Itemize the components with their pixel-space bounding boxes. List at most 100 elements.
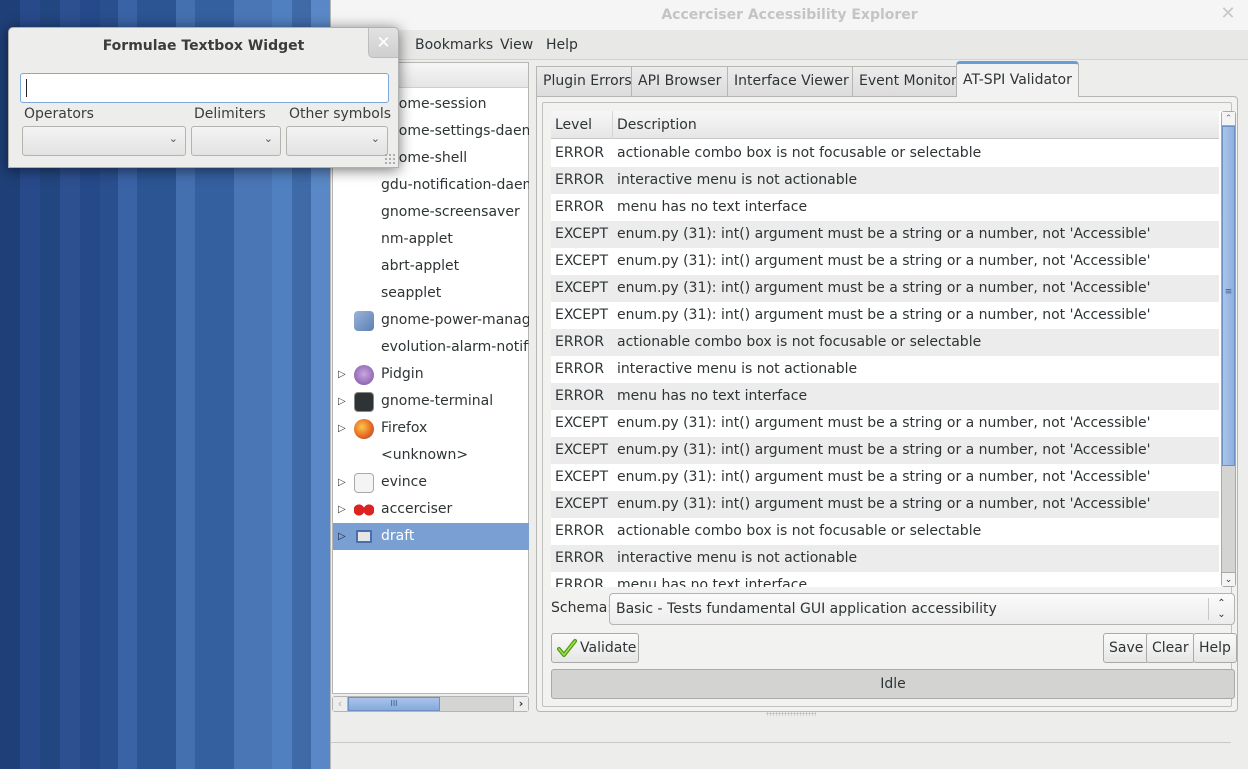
help-button[interactable]: Help [1193, 633, 1237, 663]
scroll-left-icon[interactable]: ‹ [333, 697, 348, 711]
row-description: interactive menu is not actionable [617, 172, 858, 188]
table-row[interactable]: ERROR actionable combo box is not focusab… [551, 518, 1219, 545]
close-icon[interactable]: ✕ [1218, 4, 1238, 24]
close-icon[interactable]: ✕ [368, 28, 398, 58]
expander-icon[interactable]: ▷ [338, 361, 348, 388]
tree-item[interactable]: ▷ gnome-terminal [333, 388, 529, 415]
tree-item[interactable]: ▷ evince [333, 469, 529, 496]
tab-interface-viewer[interactable]: Interface Viewer [727, 66, 856, 96]
results-vertical-scrollbar[interactable]: ⌃ ≡ ⌄ [1221, 111, 1236, 587]
resize-grip[interactable] [384, 153, 396, 165]
scroll-up-icon[interactable]: ⌃ [1222, 112, 1235, 126]
row-level: ERROR [555, 388, 605, 404]
row-description: enum.py (31): int() argument must be a s… [617, 442, 1151, 458]
column-description[interactable]: Description [617, 111, 697, 139]
scroll-down-icon[interactable]: ⌄ [1222, 572, 1235, 586]
table-row[interactable]: ERROR menu has no text interface [551, 194, 1219, 221]
tree-horizontal-scrollbar[interactable]: ‹ III › [332, 696, 529, 712]
tree-item-label: accerciser [381, 501, 453, 517]
delimiters-combobox[interactable]: ⌄ [191, 126, 281, 156]
row-description: enum.py (31): int() argument must be a s… [617, 307, 1151, 323]
row-level: EXCEPT [555, 226, 609, 242]
tree-item[interactable]: gdu-notification-daemon [333, 172, 529, 199]
menu-bookmarks[interactable]: Bookmarks [415, 37, 493, 53]
results-table[interactable]: Level Description ERROR actionable combo … [551, 111, 1224, 587]
table-row[interactable]: ERROR interactive menu is not actionable [551, 545, 1219, 572]
row-level: EXCEPT [555, 253, 609, 269]
tree-item[interactable]: ▷ Pidgin [333, 361, 529, 388]
tab-at-spi-validator[interactable]: AT-SPI Validator [956, 61, 1079, 97]
scroll-right-icon[interactable]: › [513, 697, 528, 711]
table-row[interactable]: EXCEPT enum.py (31): int() argument must … [551, 221, 1219, 248]
clear-button[interactable]: Clear [1146, 633, 1195, 663]
tree-item-label: Firefox [381, 420, 428, 436]
table-row[interactable]: EXCEPT enum.py (31): int() argument must … [551, 464, 1219, 491]
expander-icon[interactable]: ▷ [338, 415, 348, 442]
table-row[interactable]: ERROR menu has no text interface [551, 383, 1219, 410]
window-titlebar[interactable]: Accerciser Accessibility Explorer ✕ [331, 0, 1248, 30]
tree-item-label: nm-applet [381, 231, 453, 247]
tree-item[interactable]: ▷ Firefox [333, 415, 529, 442]
tree-item[interactable]: ▷ accerciser [333, 496, 529, 523]
tree-item[interactable]: ▷ draft [333, 523, 529, 550]
row-description: actionable combo box is not focusable or… [617, 523, 982, 539]
scrollbar-thumb[interactable]: ≡ [1222, 126, 1235, 466]
row-description: enum.py (31): int() argument must be a s… [617, 226, 1151, 242]
table-row[interactable]: EXCEPT enum.py (31): int() argument must … [551, 248, 1219, 275]
table-row[interactable]: ERROR interactive menu is not actionable [551, 356, 1219, 383]
tab-event-monitor[interactable]: Event Monitor [852, 66, 964, 96]
chevron-down-icon: ⌄ [263, 132, 273, 145]
tree-item-label: gnome-power-manager [381, 312, 529, 328]
table-row[interactable]: EXCEPT enum.py (31): int() argument must … [551, 491, 1219, 518]
row-description: enum.py (31): int() argument must be a s… [617, 469, 1151, 485]
table-row[interactable]: EXCEPT enum.py (31): int() argument must … [551, 275, 1219, 302]
accerciser-icon [354, 500, 374, 520]
row-description: actionable combo box is not focusable or… [617, 334, 982, 350]
validator-status: Idle [551, 669, 1235, 699]
checkmark-icon [557, 639, 577, 657]
operators-label: Operators [24, 106, 94, 122]
formula-input[interactable] [20, 73, 389, 103]
menu-view[interactable]: View [500, 37, 533, 53]
save-button[interactable]: Save [1103, 633, 1150, 663]
expander-icon[interactable]: ▷ [338, 469, 348, 496]
up-down-arrows-icon: ⌃ ⌄ [1208, 598, 1234, 620]
validator-page: Level Description ERROR actionable combo … [536, 96, 1238, 712]
tree-item[interactable]: gnome-screensaver [333, 199, 529, 226]
table-row[interactable]: EXCEPT enum.py (31): int() argument must … [551, 302, 1219, 329]
column-level[interactable]: Level [555, 111, 613, 139]
table-row[interactable]: ERROR actionable combo box is not focusab… [551, 329, 1219, 356]
accerciser-window: Accerciser Accessibility Explorer ✕ Book… [330, 0, 1248, 769]
operators-combobox[interactable]: ⌄ [22, 126, 186, 156]
terminal-icon [354, 392, 374, 412]
menu-help[interactable]: Help [546, 37, 578, 53]
validate-label: Validate [580, 640, 637, 656]
tree-item[interactable]: <unknown> [333, 442, 529, 469]
table-row[interactable]: EXCEPT enum.py (31): int() argument must … [551, 437, 1219, 464]
table-row[interactable]: ERROR interactive menu is not actionable [551, 167, 1219, 194]
schema-combobox[interactable]: Basic - Tests fundamental GUI applicatio… [609, 593, 1235, 625]
tree-item[interactable]: nm-applet [333, 226, 529, 253]
table-row[interactable]: EXCEPT enum.py (31): int() argument must … [551, 410, 1219, 437]
bottom-pane-grip[interactable] [766, 712, 816, 716]
expander-icon[interactable]: ▷ [338, 523, 348, 550]
tree-item[interactable]: gnome-power-manager [333, 307, 529, 334]
row-level: EXCEPT [555, 280, 609, 296]
validate-button[interactable]: Validate [551, 633, 639, 663]
tree-item[interactable]: abrt-applet [333, 253, 529, 280]
other-symbols-combobox[interactable]: ⌄ [286, 126, 388, 156]
tree-item[interactable]: seapplet [333, 280, 529, 307]
tree-item-label: evince [381, 474, 427, 490]
chevron-down-icon: ⌄ [370, 132, 380, 145]
expander-icon[interactable]: ▷ [338, 496, 348, 523]
tab-plugin-errors[interactable]: Plugin Errors [536, 66, 639, 96]
tree-item[interactable]: evolution-alarm-notify [333, 334, 529, 361]
row-description: enum.py (31): int() argument must be a s… [617, 415, 1151, 431]
tree-item-label: <unknown> [381, 447, 469, 463]
expander-icon[interactable]: ▷ [338, 388, 348, 415]
tab-api-browser[interactable]: API Browser [631, 66, 729, 96]
evince-icon [354, 473, 374, 493]
table-row[interactable]: ERROR menu has no text interface [551, 572, 1219, 587]
scrollbar-thumb[interactable]: III [348, 697, 440, 711]
table-row[interactable]: ERROR actionable combo box is not focusab… [551, 140, 1219, 167]
